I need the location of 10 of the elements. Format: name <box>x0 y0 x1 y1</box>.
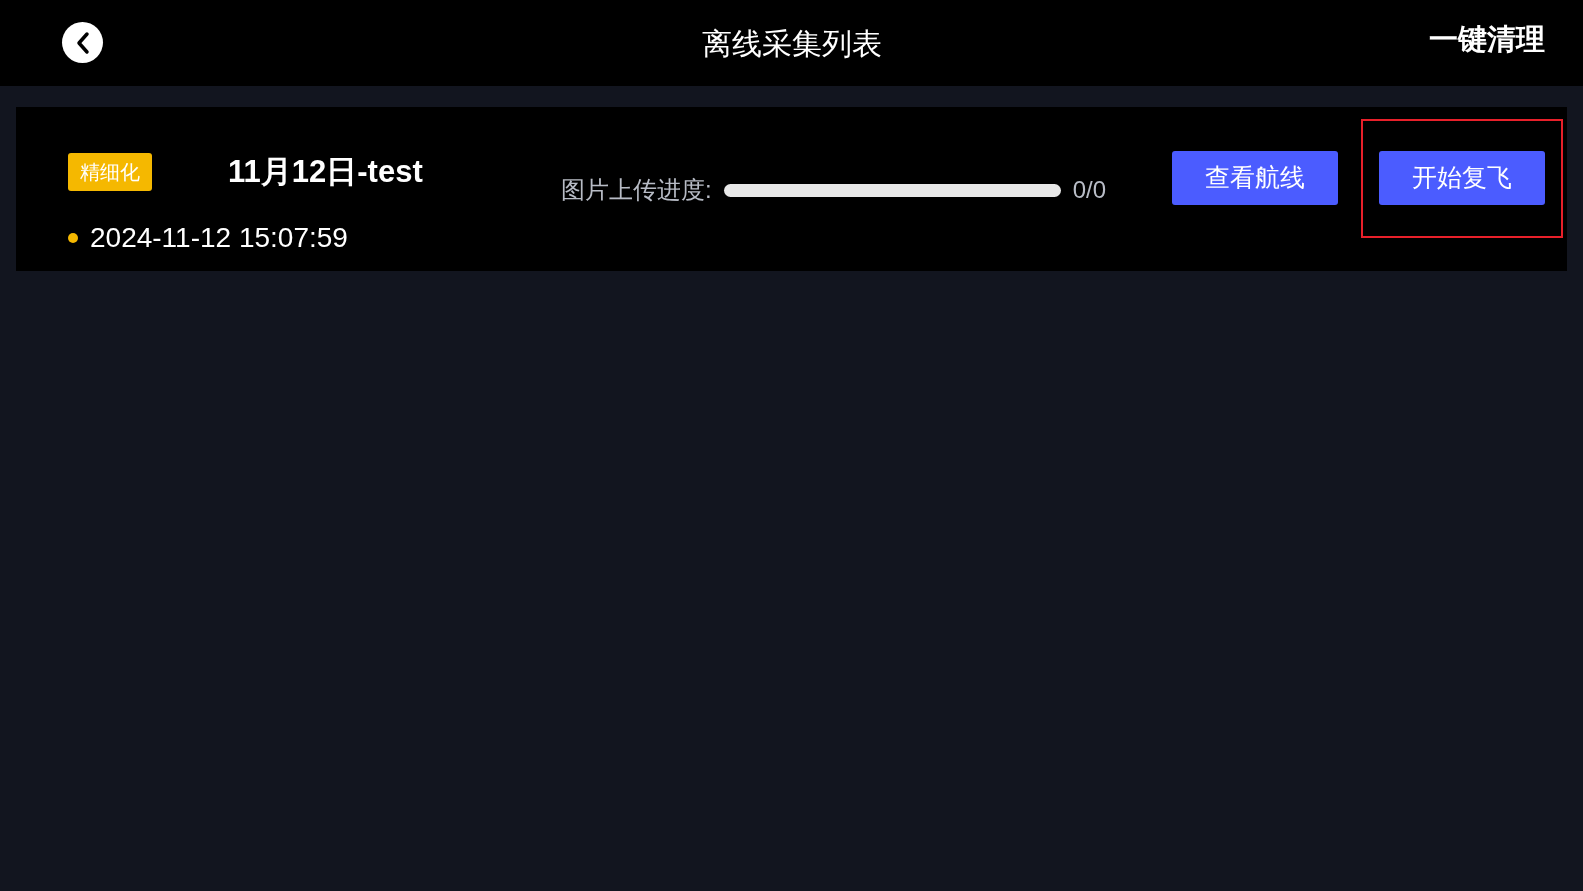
task-time: 2024-11-12 15:07:59 <box>90 221 348 256</box>
type-tag: 精细化 <box>68 153 152 191</box>
progress-count: 0/0 <box>1072 175 1107 205</box>
start-flight-button[interactable]: 开始复飞 <box>1379 151 1545 205</box>
page-title: 离线采集列表 <box>701 25 882 62</box>
progress-label: 图片上传进度: <box>561 175 712 205</box>
clear-all-button[interactable]: 一键清理 <box>1429 18 1545 62</box>
task-title: 11月12日-test <box>228 152 423 191</box>
view-route-button[interactable]: 查看航线 <box>1172 151 1338 205</box>
back-button[interactable] <box>62 22 103 63</box>
